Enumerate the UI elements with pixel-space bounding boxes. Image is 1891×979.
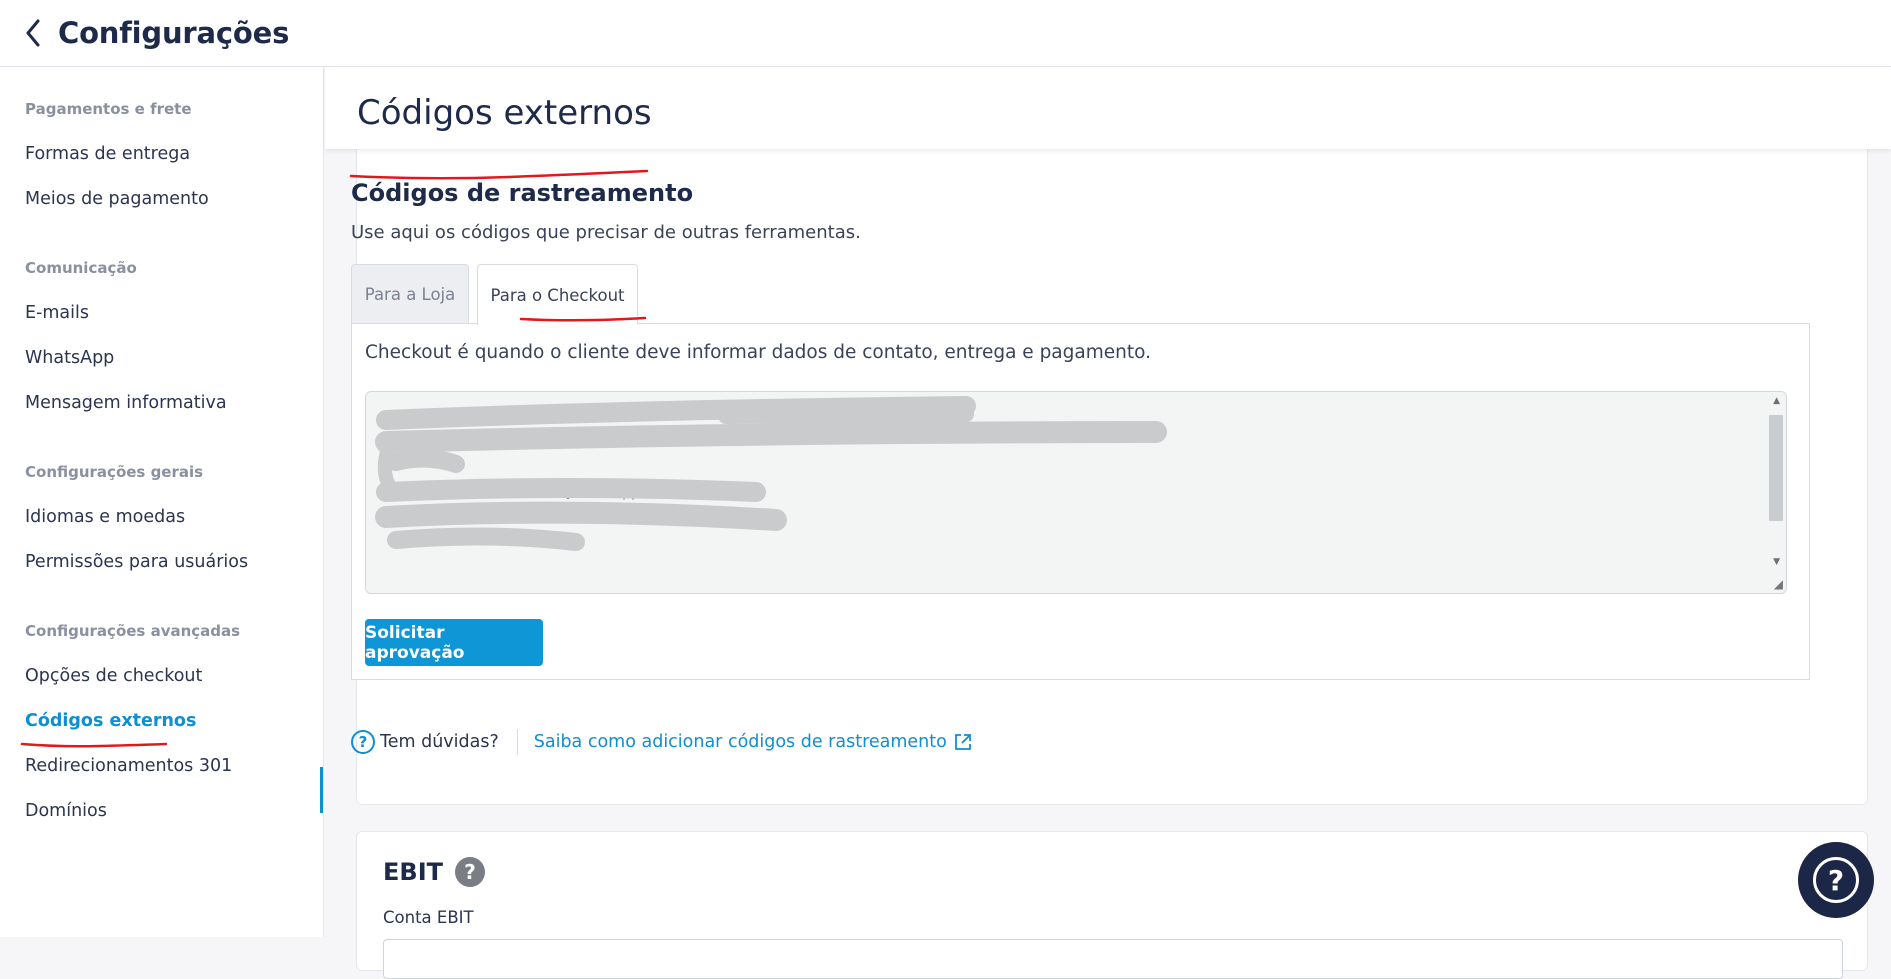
sidebar-item-info-message[interactable]: Mensagem informativa [25,393,227,413]
page-title: Códigos externos [357,93,652,133]
sidebar-section-payments: Pagamentos e frete [25,100,192,118]
sidebar-item-emails[interactable]: E-mails [25,303,89,323]
ebit-help-icon[interactable]: ? [455,857,485,887]
ebit-title: EBIT ? [383,857,485,887]
sidebar-item-external-codes[interactable]: Códigos externos [25,711,196,731]
sidebar-section-general: Configurações gerais [25,463,204,481]
ebit-account-label: Conta EBIT [383,908,474,927]
annotation-underline-sidebar [20,742,168,748]
tab-panel-checkout: Checkout é quando o cliente deve informa… [351,323,1810,680]
ebit-account-input[interactable] [383,939,1843,979]
sidebar-item-redirects[interactable]: Redirecionamentos 301 [25,756,232,776]
chevron-left-icon [26,19,40,47]
help-chat-button[interactable]: ? [1798,842,1874,918]
help-link[interactable]: Saiba como adicionar códigos de rastream… [534,732,947,752]
top-bar: Configurações [0,0,1891,67]
sidebar-item-checkout-options[interactable]: Opções de checkout [25,666,202,686]
redaction-scribble [375,396,1167,551]
sidebar-section-communication: Comunicação [25,259,137,277]
main-content: Códigos externos Códigos de rastreamento… [325,67,1891,979]
sidebar: Pagamentos e frete Formas de entrega Mei… [0,67,324,937]
page-header: Códigos externos [325,67,1891,149]
external-link-icon[interactable] [953,732,973,752]
tab-para-a-loja[interactable]: Para a Loja [351,264,469,324]
tracking-section-title: Códigos de rastreamento [351,179,694,207]
scroll-thumb[interactable] [1769,415,1783,521]
sidebar-section-advanced: Configurações avançadas [25,622,241,640]
sidebar-active-indicator [320,767,323,813]
question-mark-icon: ? [1813,857,1859,903]
tab-checkout-label: Para o Checkout [490,285,625,305]
code-textarea[interactable]: painel nuvem --> p> windowAdJasyel[ ]|| … [365,391,1787,594]
help-row: ? Tem dúvidas? Saiba como adicionar códi… [351,729,973,755]
resize-handle-icon[interactable]: ◢ [1774,577,1783,591]
ebit-title-text: EBIT [383,858,443,886]
sidebar-item-languages[interactable]: Idiomas e moedas [25,507,185,527]
sidebar-item-domains[interactable]: Domínios [25,801,107,821]
sidebar-item-payment-methods[interactable]: Meios de pagamento [25,189,209,209]
panel-description: Checkout é quando o cliente deve informa… [365,342,1151,363]
app-title: Configurações [58,16,290,50]
scroll-down-arrow-icon[interactable]: ▼ [1773,557,1780,567]
code-scrollbar[interactable]: ▲ ▼ [1767,393,1785,592]
sidebar-item-shipping-methods[interactable]: Formas de entrega [25,144,190,164]
request-approval-button[interactable]: Solicitar aprovação [365,619,543,666]
sidebar-item-user-permissions[interactable]: Permissões para usuários [25,552,248,572]
help-divider [516,729,518,755]
scroll-up-arrow-icon[interactable]: ▲ [1773,396,1780,406]
help-question: Tem dúvidas? [380,732,499,752]
tracking-section-description: Use aqui os códigos que precisar de outr… [351,222,861,243]
ebit-card: EBIT ? Conta EBIT [356,831,1868,979]
back-button[interactable] [22,18,44,48]
sidebar-item-whatsapp[interactable]: WhatsApp [25,348,114,368]
tab-para-o-checkout[interactable]: Para o Checkout [477,264,638,325]
question-circle-icon: ? [351,730,375,754]
